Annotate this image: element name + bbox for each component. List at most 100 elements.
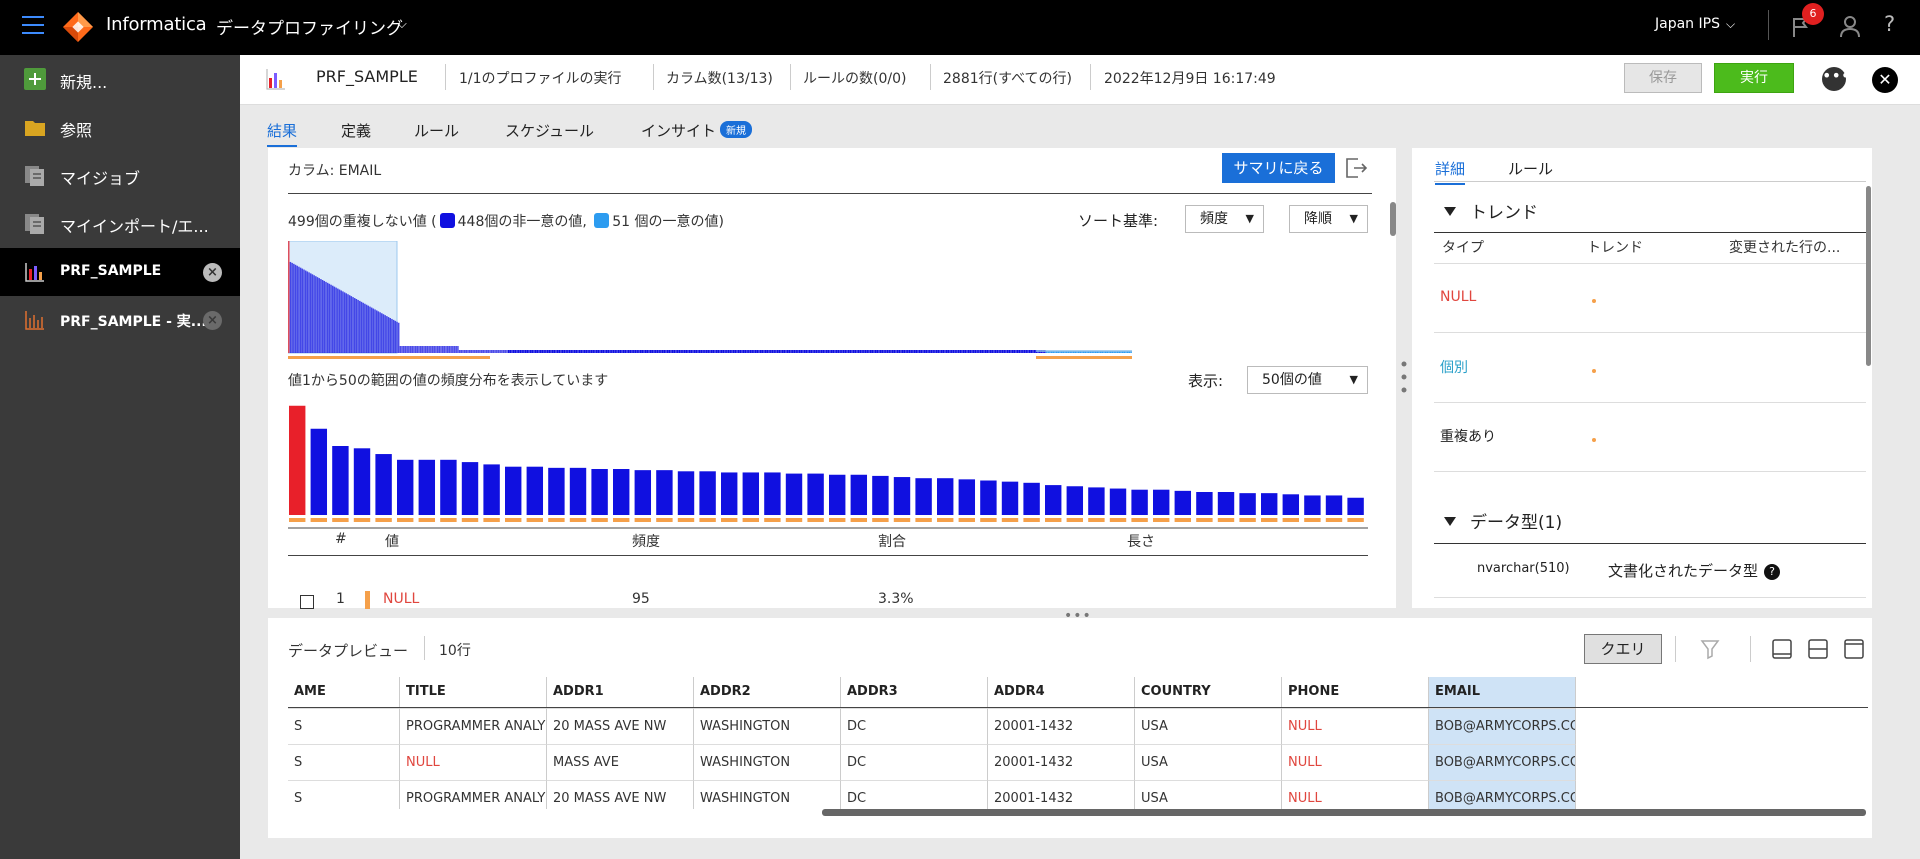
length-marker xyxy=(1023,518,1040,522)
grid-cell[interactable]: BOB@ARMYCORPS.COM xyxy=(1429,708,1576,744)
grid-cell[interactable]: USA xyxy=(1135,708,1282,744)
grid-column-header[interactable]: EMAIL xyxy=(1429,677,1576,707)
hamburger-menu-icon[interactable] xyxy=(22,16,44,34)
grid-cell[interactable]: NULL xyxy=(1282,780,1429,809)
grid-cell[interactable]: BOB@ARMYCORPS.COM xyxy=(1429,780,1576,809)
distribution-bar xyxy=(670,350,672,353)
query-button[interactable]: クエリ xyxy=(1584,634,1662,664)
row-value[interactable]: NULL xyxy=(383,591,419,607)
distribution-bar xyxy=(328,283,331,353)
scrollbar[interactable] xyxy=(1866,186,1871,366)
grid-column-header[interactable]: PHONE xyxy=(1282,677,1429,707)
grid-cell[interactable]: NULL xyxy=(1282,708,1429,744)
distribution-bar xyxy=(1015,350,1017,353)
length-marker xyxy=(785,518,803,522)
sort-order-select[interactable]: 降順 ▼ xyxy=(1289,205,1368,233)
length-marker xyxy=(288,356,490,359)
save-button[interactable]: 保存 xyxy=(1624,63,1702,93)
tab-schedule[interactable]: スケジュール xyxy=(505,120,594,141)
trend-section[interactable]: トレンド xyxy=(1444,198,1538,223)
grid-column-header[interactable]: ADDR1 xyxy=(547,677,694,707)
back-to-summary-button[interactable]: サマリに戻る xyxy=(1222,153,1335,183)
tab-rules[interactable]: ルール xyxy=(414,120,459,141)
grid-column-header[interactable]: ADDR4 xyxy=(988,677,1135,707)
distribution-bar xyxy=(868,350,870,353)
grid-cell[interactable]: WASHINGTON xyxy=(694,744,841,780)
grid-column-header[interactable]: ADDR2 xyxy=(694,677,841,707)
frequency-bar-chart[interactable] xyxy=(288,397,1368,529)
distribution-bar xyxy=(792,350,794,353)
more-options-icon[interactable]: ••• xyxy=(1822,67,1850,91)
tab-details[interactable]: 詳細 xyxy=(1435,158,1466,185)
distribution-bar xyxy=(553,350,556,353)
layout-split-icon[interactable] xyxy=(1807,638,1829,660)
panel-resize-handle[interactable] xyxy=(1401,360,1407,394)
app-name[interactable]: データプロファイリング xyxy=(216,14,403,39)
col-header-frequency[interactable]: 頻度 xyxy=(632,531,660,551)
grid-column-header[interactable]: COUNTRY xyxy=(1135,677,1282,707)
tab-results[interactable]: 結果 xyxy=(267,120,298,147)
grid-cell[interactable]: 20001-1432 xyxy=(988,744,1135,780)
distribution-bar xyxy=(365,304,368,353)
grid-cell[interactable]: PROGRAMMER ANALYST xyxy=(400,780,547,809)
sidebar-item-new[interactable]: 新規... xyxy=(0,55,240,103)
grid-cell[interactable]: DC xyxy=(841,744,988,780)
sidebar-item-prf-sample[interactable]: PRF_SAMPLE × xyxy=(0,248,240,296)
sidebar-item-browse[interactable]: 参照 xyxy=(0,103,240,151)
grid-cell[interactable]: WASHINGTON xyxy=(694,708,841,744)
grid-cell[interactable]: DC xyxy=(841,708,988,744)
tab-rules-right[interactable]: ルール xyxy=(1508,158,1553,179)
scrollbar[interactable] xyxy=(1390,202,1396,236)
grid-cell[interactable]: USA xyxy=(1135,780,1282,809)
tenant-selector[interactable]: Japan IPS xyxy=(1655,16,1720,32)
grid-cell[interactable]: 20 MASS AVE NW xyxy=(547,780,694,809)
filter-icon[interactable] xyxy=(1699,638,1721,660)
grid-cell[interactable]: NULL xyxy=(1282,744,1429,780)
grid-cell[interactable]: S xyxy=(288,780,400,809)
export-icon[interactable] xyxy=(1344,156,1368,180)
help-icon[interactable]: ? xyxy=(1764,564,1781,580)
grid-cell[interactable]: DC xyxy=(841,780,988,809)
row-checkbox[interactable] xyxy=(300,595,314,609)
user-icon[interactable] xyxy=(1838,14,1862,38)
grid-cell[interactable]: MASS AVE xyxy=(547,744,694,780)
sidebar-item-prf-sample-run[interactable]: PRF_SAMPLE - 実... × xyxy=(0,296,240,344)
col-header-length[interactable]: 長さ xyxy=(1127,531,1155,551)
sort-by-select[interactable]: 頻度 ▼ xyxy=(1185,205,1264,233)
layout-top-icon[interactable] xyxy=(1843,638,1865,660)
distribution-bar xyxy=(1010,350,1012,353)
run-button[interactable]: 実行 xyxy=(1714,63,1794,93)
grid-cell[interactable]: NULL xyxy=(400,744,547,780)
tab-definition[interactable]: 定義 xyxy=(341,120,371,141)
close-tab-icon[interactable]: × xyxy=(203,263,222,282)
tab-insights[interactable]: インサイト 新規 xyxy=(641,120,753,141)
datatype-section[interactable]: データ型(1) xyxy=(1444,508,1562,533)
distribution-bar xyxy=(842,350,845,353)
chevron-down-icon[interactable]: ⌵ xyxy=(1726,17,1735,32)
sidebar-item-my-jobs[interactable]: マイジョブ xyxy=(0,151,240,199)
overview-distribution-chart[interactable] xyxy=(288,241,1132,361)
grid-cell[interactable]: 20001-1432 xyxy=(988,780,1135,809)
grid-cell[interactable]: WASHINGTON xyxy=(694,780,841,809)
close-tab-icon[interactable]: × xyxy=(203,311,222,330)
close-icon[interactable]: ✕ xyxy=(1872,67,1898,93)
col-header-value[interactable]: 値 xyxy=(385,531,399,551)
grid-column-header[interactable]: ADDR3 xyxy=(841,677,988,707)
grid-cell[interactable]: S xyxy=(288,744,400,780)
show-count-select[interactable]: 50個の値 ▼ xyxy=(1247,366,1368,394)
col-header-num[interactable]: # xyxy=(335,531,347,547)
grid-column-header[interactable]: AME xyxy=(288,677,400,707)
col-header-percent[interactable]: 割合 xyxy=(878,531,906,551)
grid-cell[interactable]: S xyxy=(288,708,400,744)
grid-cell[interactable]: USA xyxy=(1135,744,1282,780)
grid-cell[interactable]: BOB@ARMYCORPS.COM xyxy=(1429,744,1576,780)
chevron-down-icon[interactable]: ⌵ xyxy=(397,17,407,32)
grid-cell[interactable]: 20001-1432 xyxy=(988,708,1135,744)
grid-column-header[interactable]: TITLE xyxy=(400,677,547,707)
layout-bottom-icon[interactable] xyxy=(1771,638,1793,660)
horizontal-scrollbar[interactable] xyxy=(822,809,1866,816)
grid-cell[interactable]: PROGRAMMER ANALYST xyxy=(400,708,547,744)
help-icon[interactable]: ? xyxy=(1884,12,1895,36)
sidebar-item-my-imports[interactable]: マイインポート/エ... xyxy=(0,199,240,247)
grid-cell[interactable]: 20 MASS AVE NW xyxy=(547,708,694,744)
